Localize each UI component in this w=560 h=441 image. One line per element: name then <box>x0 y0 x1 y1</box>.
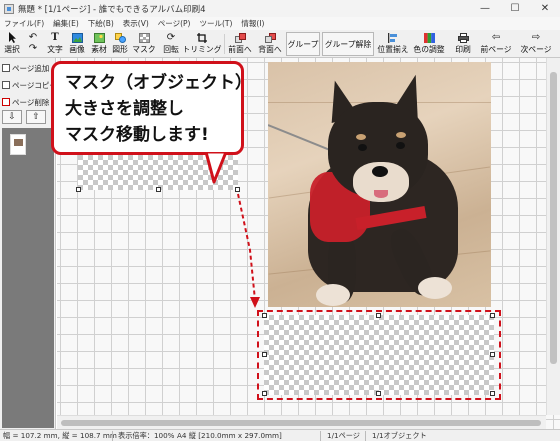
status-bar: 幅 = 107.2 mm, 縦 = 108.7 mm 表示倍率：100% A4 … <box>0 429 560 441</box>
status-zoom: 表示倍率：100% <box>118 431 175 440</box>
horizontal-scrollbar[interactable] <box>57 415 546 429</box>
status-size: 幅 = 107.2 mm, 縦 = 108.7 mm <box>3 431 117 440</box>
vertical-scroll-thumb[interactable] <box>550 72 557 364</box>
callout-tail <box>204 146 229 184</box>
vertical-scrollbar[interactable] <box>546 58 560 415</box>
status-separator <box>365 431 366 441</box>
status-paper: A4 縦 [210.0mm x 297.0mm] <box>177 431 282 440</box>
status-separator <box>112 431 113 441</box>
status-separator <box>320 431 321 441</box>
status-page: 1/1ページ <box>327 431 360 440</box>
status-object: 1/1オブジェクト <box>372 431 427 440</box>
horizontal-scroll-thumb[interactable] <box>61 420 541 426</box>
